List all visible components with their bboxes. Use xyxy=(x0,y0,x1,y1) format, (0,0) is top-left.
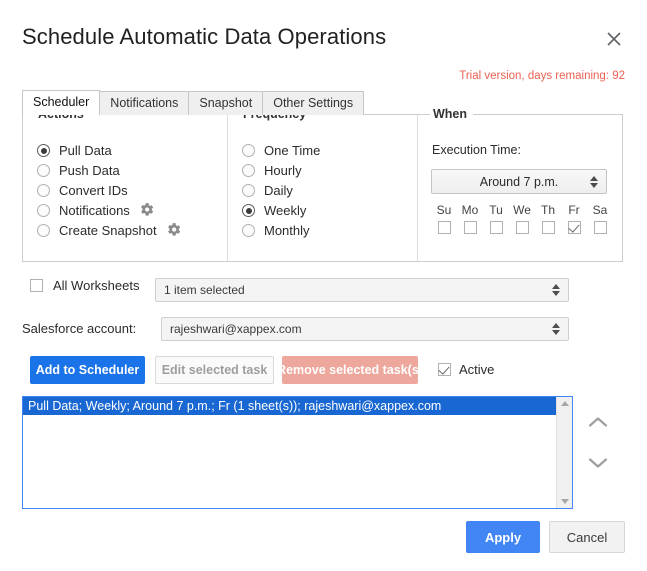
all-worksheets-label: All Worksheets xyxy=(53,278,139,293)
radio-indicator[interactable] xyxy=(242,184,255,197)
weekday-label: Tu xyxy=(489,203,503,217)
radio-convert-ids[interactable]: Convert IDs xyxy=(37,181,182,200)
scroll-down-icon[interactable] xyxy=(561,499,569,504)
radio-indicator[interactable] xyxy=(242,164,255,177)
salesforce-account-value: rajeshwari@xappex.com xyxy=(162,322,302,336)
active-label: Active xyxy=(459,362,494,377)
move-up-icon[interactable] xyxy=(587,415,609,432)
frequency-group: Frequency One Time Hourly Daily Weekly M… xyxy=(228,115,418,261)
radio-indicator[interactable] xyxy=(242,224,255,237)
weekday-label: Fr xyxy=(568,203,579,217)
weekday-checkbox[interactable] xyxy=(516,221,529,234)
radio-label: Hourly xyxy=(264,163,302,179)
weekday-mo[interactable]: Mo xyxy=(457,203,483,234)
weekday-th[interactable]: Th xyxy=(535,203,561,234)
weekday-su[interactable]: Su xyxy=(431,203,457,234)
gear-icon[interactable] xyxy=(138,201,155,221)
move-down-icon[interactable] xyxy=(587,456,609,473)
execution-time-value: Around 7 p.m. xyxy=(480,175,559,189)
task-reorder-controls xyxy=(583,415,613,473)
radio-label: Notifications xyxy=(59,203,130,219)
active-checkbox[interactable] xyxy=(438,363,451,376)
weekday-label: Mo xyxy=(462,203,479,217)
add-to-scheduler-button[interactable]: Add to Scheduler xyxy=(30,356,145,384)
radio-indicator[interactable] xyxy=(242,204,255,217)
radio-pull-data[interactable]: Pull Data xyxy=(37,141,182,160)
cancel-button[interactable]: Cancel xyxy=(549,521,625,553)
radio-label: Push Data xyxy=(59,163,120,179)
radio-indicator[interactable] xyxy=(37,184,50,197)
when-group: When Execution Time: Around 7 p.m. Su Mo… xyxy=(418,115,622,261)
radio-weekly[interactable]: Weekly xyxy=(242,201,320,220)
salesforce-account-label: Salesforce account: xyxy=(22,321,136,336)
edit-selected-task-button[interactable]: Edit selected task xyxy=(155,356,274,384)
weekday-checkbox[interactable] xyxy=(542,221,555,234)
tab-notifications[interactable]: Notifications xyxy=(99,91,189,115)
radio-indicator[interactable] xyxy=(37,204,50,217)
scroll-up-icon[interactable] xyxy=(561,401,569,406)
stepper-arrows-icon[interactable] xyxy=(552,323,560,335)
all-worksheets-checkbox[interactable] xyxy=(30,279,43,292)
salesforce-account-select[interactable]: rajeshwari@xappex.com xyxy=(161,317,569,341)
radio-indicator[interactable] xyxy=(37,224,50,237)
tabbar: Scheduler Notifications Snapshot Other S… xyxy=(22,91,363,115)
task-list[interactable]: Pull Data; Weekly; Around 7 p.m.; Fr (1 … xyxy=(22,396,573,509)
weekday-checkbox[interactable] xyxy=(594,221,607,234)
weekday-label: Su xyxy=(437,203,452,217)
weekday-sa[interactable]: Sa xyxy=(587,203,613,234)
radio-indicator[interactable] xyxy=(37,164,50,177)
radio-label: Daily xyxy=(264,183,293,199)
tab-other-settings[interactable]: Other Settings xyxy=(262,91,364,115)
close-icon[interactable] xyxy=(603,28,625,50)
stepper-arrows-icon[interactable] xyxy=(552,284,560,296)
frequency-option-list: One Time Hourly Daily Weekly Monthly xyxy=(242,141,320,241)
radio-notifications[interactable]: Notifications xyxy=(37,201,182,220)
radio-label: Pull Data xyxy=(59,143,112,159)
remove-selected-tasks-button[interactable]: Remove selected task(s) xyxy=(282,356,418,384)
weekday-label: Sa xyxy=(593,203,608,217)
all-worksheets-row[interactable]: All Worksheets xyxy=(30,278,139,293)
execution-time-label: Execution Time: xyxy=(432,143,521,157)
weekday-we[interactable]: We xyxy=(509,203,535,234)
radio-label: Create Snapshot xyxy=(59,223,157,239)
weekday-checkbox[interactable] xyxy=(568,221,581,234)
weekday-label: We xyxy=(513,203,531,217)
tab-scheduler[interactable]: Scheduler xyxy=(22,90,100,115)
radio-daily[interactable]: Daily xyxy=(242,181,320,200)
weekday-checkbox[interactable] xyxy=(438,221,451,234)
tab-snapshot[interactable]: Snapshot xyxy=(188,91,263,115)
worksheet-select[interactable]: 1 item selected xyxy=(155,278,569,302)
radio-indicator[interactable] xyxy=(242,144,255,157)
actions-group: Actions Pull Data Push Data Convert IDs … xyxy=(23,115,228,261)
apply-button[interactable]: Apply xyxy=(466,521,540,553)
weekday-label: Th xyxy=(541,203,555,217)
page-title: Schedule Automatic Data Operations xyxy=(22,24,386,50)
actions-option-list: Pull Data Push Data Convert IDs Notifica… xyxy=(37,141,182,241)
radio-create-snapshot[interactable]: Create Snapshot xyxy=(37,221,182,240)
radio-label: Weekly xyxy=(264,203,306,219)
weekday-checkbox[interactable] xyxy=(464,221,477,234)
trial-notice: Trial version, days remaining: 92 xyxy=(459,70,625,82)
radio-push-data[interactable]: Push Data xyxy=(37,161,182,180)
gear-icon[interactable] xyxy=(165,221,182,241)
radio-label: Monthly xyxy=(264,223,310,239)
radio-hourly[interactable]: Hourly xyxy=(242,161,320,180)
execution-time-select[interactable]: Around 7 p.m. xyxy=(431,169,607,194)
settings-panel: Actions Pull Data Push Data Convert IDs … xyxy=(22,114,623,262)
weekday-checkbox[interactable] xyxy=(490,221,503,234)
task-list-scrollbar[interactable] xyxy=(556,397,572,508)
worksheet-select-value: 1 item selected xyxy=(156,283,245,297)
active-toggle[interactable]: Active xyxy=(438,362,494,377)
weekday-fr[interactable]: Fr xyxy=(561,203,587,234)
radio-label: Convert IDs xyxy=(59,183,128,199)
radio-indicator[interactable] xyxy=(37,144,50,157)
when-legend: When xyxy=(430,107,473,121)
stepper-arrows-icon[interactable] xyxy=(590,176,598,188)
weekday-selector: Su Mo Tu We Th Fr xyxy=(431,203,613,234)
weekday-tu[interactable]: Tu xyxy=(483,203,509,234)
radio-one-time[interactable]: One Time xyxy=(242,141,320,160)
radio-monthly[interactable]: Monthly xyxy=(242,221,320,240)
list-item[interactable]: Pull Data; Weekly; Around 7 p.m.; Fr (1 … xyxy=(23,397,556,415)
radio-label: One Time xyxy=(264,143,320,159)
